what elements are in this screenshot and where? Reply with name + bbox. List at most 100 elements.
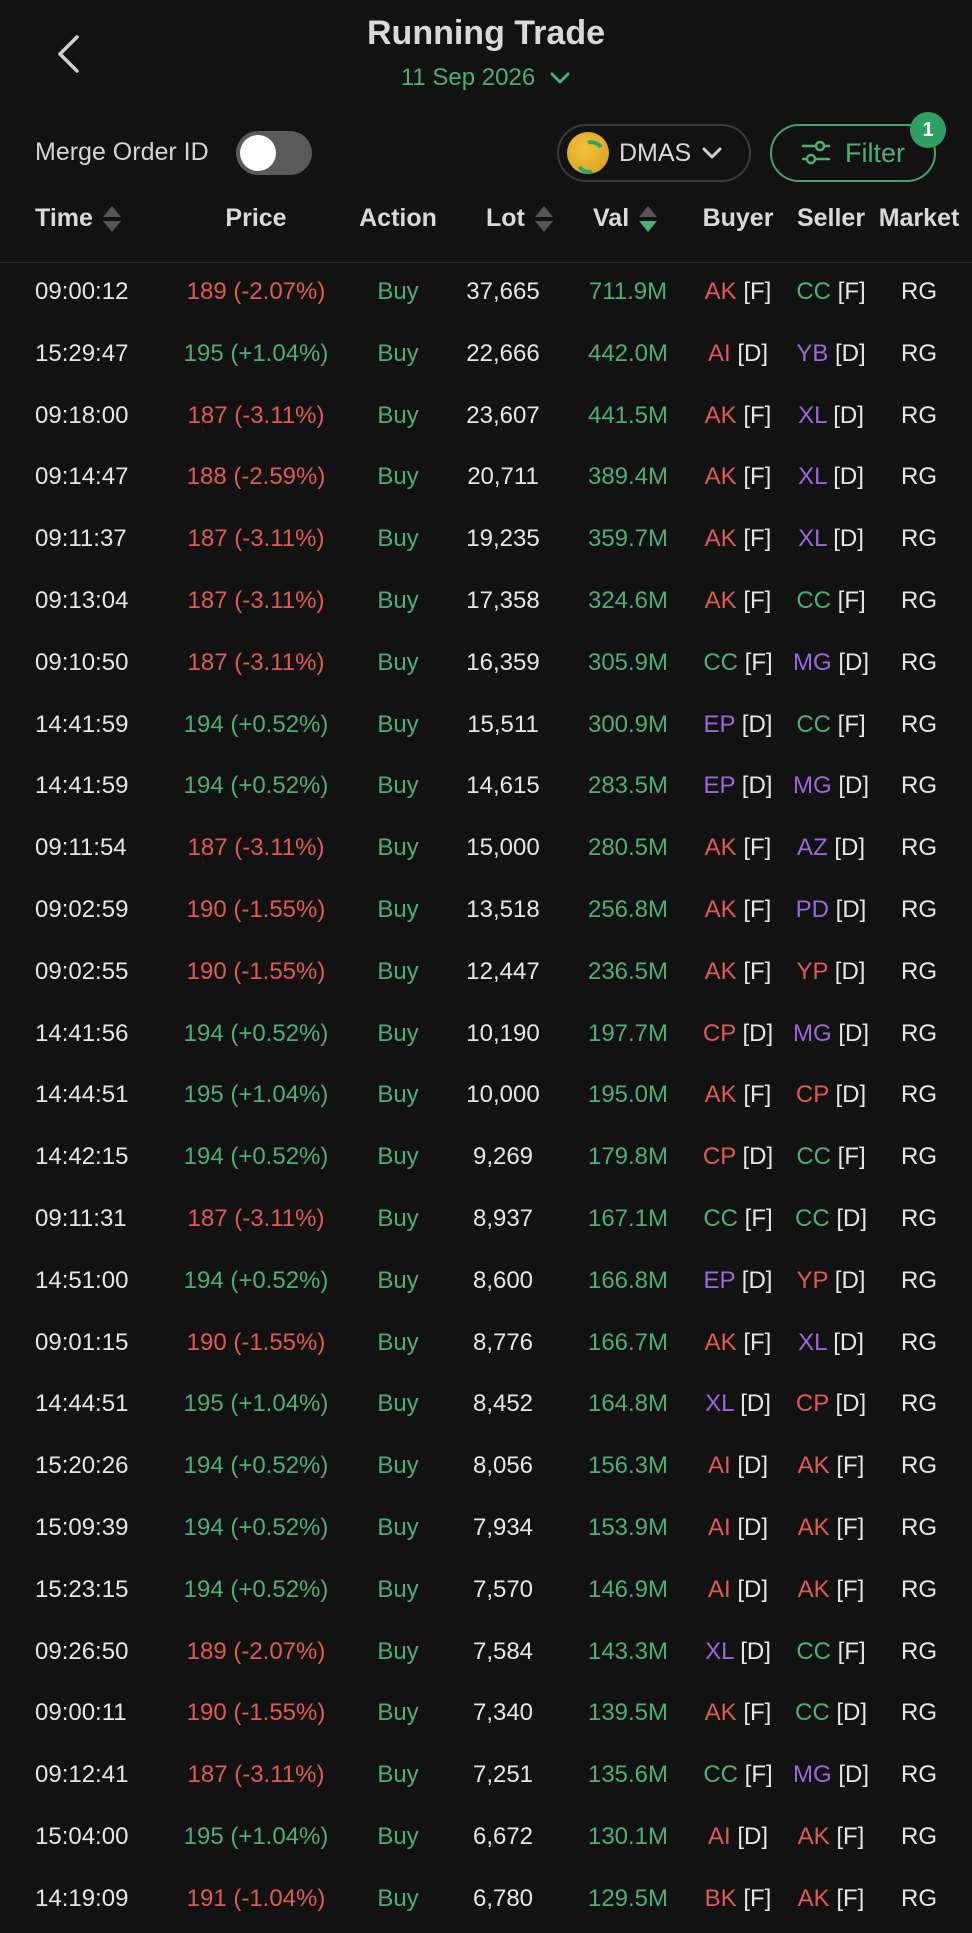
table-row[interactable]: 09:11:31 187 (-3.11%) Buy 8,937 167.1M CC [F]… bbox=[0, 1191, 972, 1253]
trade-time: 14:41:56 bbox=[35, 1019, 129, 1047]
trade-time: 09:10:50 bbox=[35, 648, 129, 676]
trade-lot: 15,511 bbox=[467, 710, 539, 738]
trade-price: 194 (+0.52%) bbox=[183, 1452, 329, 1480]
trade-buyer: CP [D] bbox=[703, 1143, 773, 1171]
column-val[interactable]: Val bbox=[593, 204, 658, 233]
trade-price: 187 (-3.11%) bbox=[187, 401, 325, 429]
trade-action: Buy bbox=[377, 1266, 419, 1294]
trade-lot: 10,190 bbox=[466, 1019, 540, 1047]
table-row[interactable]: 14:19:09 191 (-1.04%) Buy 6,780 129.5M BK [F]… bbox=[0, 1871, 972, 1933]
table-row[interactable]: 14:42:15 194 (+0.52%) Buy 9,269 179.8M CP [D]… bbox=[0, 1129, 972, 1191]
seller-type: [F] bbox=[836, 1884, 865, 1912]
trade-lot: 16,359 bbox=[466, 648, 540, 676]
buyer-type: [F] bbox=[743, 463, 772, 491]
trade-buyer: AK [F] bbox=[705, 896, 772, 924]
table-row[interactable]: 09:01:15 190 (-1.55%) Buy 8,776 166.7M AK [F]… bbox=[0, 1315, 972, 1377]
column-time[interactable]: Time bbox=[35, 204, 121, 233]
seller-type: [F] bbox=[837, 278, 866, 305]
table-row[interactable]: 09:11:54 187 (-3.11%) Buy 15,000 280.5M AK [F… bbox=[0, 820, 972, 882]
sort-icon bbox=[534, 205, 553, 232]
seller-type: [F] bbox=[837, 586, 866, 614]
table-row[interactable]: 09:10:50 187 (-3.11%) Buy 16,359 305.9M CC [F… bbox=[0, 635, 972, 697]
trade-market: RG bbox=[901, 1143, 937, 1171]
seller-type: [D] bbox=[835, 339, 866, 367]
trade-market: RG bbox=[901, 1328, 937, 1356]
trade-value: 129.5M bbox=[587, 1884, 669, 1912]
table-row[interactable]: 09:12:41 187 (-3.11%) Buy 7,251 135.6M CC [F]… bbox=[0, 1747, 972, 1809]
trade-market: RG bbox=[901, 1390, 937, 1418]
table-row[interactable]: 14:41:59 194 (+0.52%) Buy 14,615 283.5M EP [D… bbox=[0, 758, 972, 820]
table-row[interactable]: 09:11:37 187 (-3.11%) Buy 19,235 359.7M AK [F… bbox=[0, 511, 972, 573]
trade-time: 09:02:55 bbox=[35, 957, 129, 985]
table-row[interactable]: 15:23:15 194 (+0.52%) Buy 7,570 146.9M AI [D]… bbox=[0, 1562, 972, 1624]
trade-seller: CC [D] bbox=[795, 1205, 867, 1233]
buyer-code: AK bbox=[704, 401, 737, 429]
trade-lot: 15,000 bbox=[466, 834, 540, 862]
buyer-code: CC bbox=[703, 1761, 738, 1789]
stock-selector[interactable]: DMAS bbox=[557, 124, 751, 182]
table-row[interactable]: 09:00:12 189 (-2.07%) Buy 37,665 711.9M AK [F… bbox=[0, 264, 972, 326]
table-row[interactable]: 14:44:51 195 (+1.04%) Buy 8,452 164.8M XL [D]… bbox=[0, 1376, 972, 1438]
table-row[interactable]: 14:44:51 195 (+1.04%) Buy 10,000 195.0M AK [F… bbox=[0, 1067, 972, 1129]
table-row[interactable]: 15:29:47 195 (+1.04%) Buy 22,666 442.0M AI [D… bbox=[0, 326, 972, 388]
table-row[interactable]: 09:13:04 187 (-3.11%) Buy 17,358 324.6M AK [F… bbox=[0, 573, 972, 635]
trade-action: Buy bbox=[377, 1081, 419, 1109]
seller-type: [D] bbox=[834, 834, 866, 862]
table-row[interactable]: 15:20:26 194 (+0.52%) Buy 8,056 156.3M AI [D]… bbox=[0, 1438, 972, 1500]
trade-value: 280.5M bbox=[587, 834, 669, 862]
trade-lot: 8,056 bbox=[472, 1452, 534, 1480]
trade-action: Buy bbox=[377, 1575, 419, 1603]
trade-time: 09:11:54 bbox=[35, 834, 127, 862]
seller-type: [D] bbox=[838, 648, 870, 676]
sort-desc-icon bbox=[639, 205, 658, 232]
trade-time: 15:29:47 bbox=[35, 339, 129, 367]
buyer-type: [F] bbox=[743, 525, 772, 553]
table-row[interactable]: 09:26:50 189 (-2.07%) Buy 7,584 143.3M XL [D]… bbox=[0, 1624, 972, 1686]
trade-action: Buy bbox=[377, 1328, 419, 1356]
seller-code: AK bbox=[797, 1513, 830, 1541]
table-row[interactable]: 09:14:47 188 (-2.59%) Buy 20,711 389.4M AK [F… bbox=[0, 449, 972, 511]
trade-market: RG bbox=[901, 1699, 937, 1727]
seller-code: YP bbox=[796, 957, 829, 985]
table-row[interactable]: 14:41:56 194 (+0.52%) Buy 10,190 197.7M CP [D… bbox=[0, 1006, 972, 1068]
buyer-type: [F] bbox=[743, 895, 772, 923]
trade-lot: 6,672 bbox=[472, 1822, 534, 1850]
trade-seller: CC [F] bbox=[796, 711, 865, 739]
table-row[interactable]: 09:18:00 187 (-3.11%) Buy 23,607 441.5M AK [F… bbox=[0, 388, 972, 450]
table-row[interactable]: 15:09:39 194 (+0.52%) Buy 7,934 153.9M AI [D]… bbox=[0, 1500, 972, 1562]
table-row[interactable]: 15:04:00 195 (+1.04%) Buy 6,672 130.1M AI [D]… bbox=[0, 1809, 972, 1871]
trade-seller: XL [D] bbox=[798, 402, 864, 430]
column-lot[interactable]: Lot bbox=[486, 204, 553, 233]
sort-icon bbox=[102, 205, 121, 232]
trade-market: RG bbox=[901, 1575, 937, 1603]
table-row[interactable]: 09:02:59 190 (-1.55%) Buy 13,518 256.8M AK [F… bbox=[0, 882, 972, 944]
table-row[interactable]: 09:02:55 190 (-1.55%) Buy 12,447 236.5M AK [F… bbox=[0, 944, 972, 1006]
trade-action: Buy bbox=[377, 1822, 419, 1850]
trade-action: Buy bbox=[377, 463, 419, 491]
trade-price: 187 (-3.11%) bbox=[187, 1761, 325, 1789]
seller-code: AZ bbox=[796, 834, 828, 862]
buyer-code: AK bbox=[704, 834, 737, 862]
trade-lot: 9,269 bbox=[472, 1143, 534, 1171]
trade-seller: YP [D] bbox=[797, 958, 866, 986]
trade-price: 195 (+1.04%) bbox=[183, 1081, 329, 1109]
buyer-type: [F] bbox=[743, 401, 772, 429]
column-time-label: Time bbox=[35, 204, 93, 232]
table-row[interactable]: 09:00:11 190 (-1.55%) Buy 7,340 139.5M AK [F]… bbox=[0, 1685, 972, 1747]
table-row[interactable]: 14:41:59 194 (+0.52%) Buy 15,511 300.9M EP [D… bbox=[0, 697, 972, 759]
trade-buyer: AI [D] bbox=[708, 1452, 768, 1480]
trade-value: 153.9M bbox=[587, 1513, 669, 1541]
toggle-knob bbox=[240, 135, 276, 171]
seller-code: MG bbox=[792, 1019, 832, 1047]
table-row[interactable]: 14:51:00 194 (+0.52%) Buy 8,600 166.8M EP [D]… bbox=[0, 1253, 972, 1315]
buyer-type: [D] bbox=[740, 1637, 771, 1665]
trade-buyer: AI [D] bbox=[708, 340, 768, 368]
trade-lot: 8,776 bbox=[472, 1328, 534, 1356]
seller-code: AK bbox=[797, 1575, 830, 1603]
merge-order-id-toggle[interactable] bbox=[236, 131, 312, 175]
date-selector[interactable]: 11 Sep 2026 bbox=[0, 64, 972, 92]
trade-lot: 17,358 bbox=[466, 586, 540, 614]
buyer-type: [D] bbox=[741, 772, 773, 800]
trade-action: Buy bbox=[377, 1761, 419, 1789]
trade-price: 189 (-2.07%) bbox=[186, 1637, 326, 1665]
